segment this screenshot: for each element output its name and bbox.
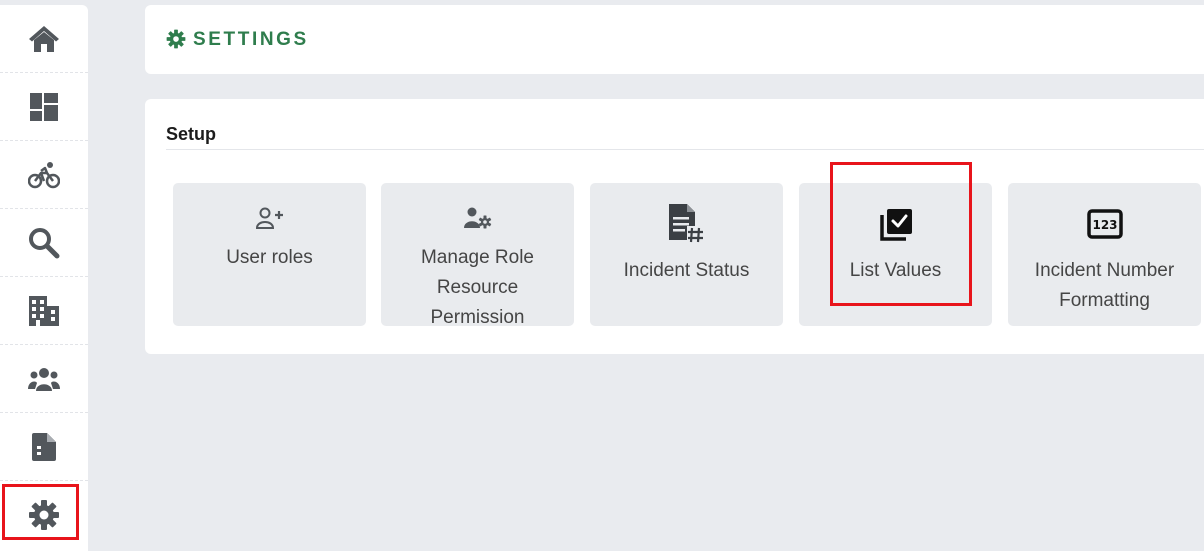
sidebar-item-home[interactable] <box>0 5 88 73</box>
tile-manage-role-resource-permission[interactable]: Manage Role Resource Permission <box>381 183 574 328</box>
divider <box>166 149 1204 150</box>
tile-label-line-2: Formatting <box>1059 290 1150 311</box>
tile-incident-number-formatting[interactable]: 123 Incident Number Formatting <box>1008 183 1201 326</box>
sidebar-item-dashboard[interactable] <box>0 73 88 141</box>
tile-label: List Values <box>849 260 942 281</box>
sidebar-item-reports[interactable] <box>0 413 88 481</box>
user-plus-icon <box>173 207 366 229</box>
tile-label-line-2: Resource <box>436 277 519 298</box>
tile-label-line-1: Manage Role <box>420 247 535 268</box>
svg-text:123: 123 <box>1092 218 1117 232</box>
tile-label-line-3: Permission <box>430 307 525 328</box>
sidebar-item-activity[interactable] <box>0 141 88 209</box>
users-icon <box>28 367 60 391</box>
page-title: SETTINGS <box>193 29 309 50</box>
sidebar-item-settings[interactable] <box>0 481 88 549</box>
tile-label: Incident Status <box>623 260 750 281</box>
building-icon <box>29 295 59 326</box>
search-icon <box>29 227 60 258</box>
section-title: Setup <box>166 124 217 144</box>
tile-list-values[interactable]: List Values <box>799 183 992 326</box>
user-gear-icon <box>381 207 574 229</box>
tile-incident-status[interactable]: Incident Status <box>590 183 783 326</box>
sidebar-item-buildings[interactable] <box>0 277 88 345</box>
sidebar-item-search[interactable] <box>0 209 88 277</box>
sidebar-item-teams[interactable] <box>0 345 88 413</box>
tile-label-line-1: Incident Number <box>1034 260 1175 281</box>
document-hash-icon <box>590 202 783 246</box>
page-header: SETTINGS <box>145 5 1204 74</box>
tile-label: User roles <box>226 247 313 268</box>
dashboard-icon <box>30 92 58 121</box>
file-icon <box>32 432 56 461</box>
tile-user-roles[interactable]: User roles <box>173 183 366 326</box>
setup-section: Setup User roles Manage Role Resource Pe… <box>145 99 1204 354</box>
number-123-icon: 123 <box>1008 209 1201 239</box>
gear-icon <box>29 500 59 530</box>
checklist-icon <box>799 207 992 243</box>
gear-icon <box>166 29 186 54</box>
sidebar <box>0 5 88 551</box>
bicycle-icon <box>28 161 60 188</box>
home-icon <box>29 25 59 52</box>
